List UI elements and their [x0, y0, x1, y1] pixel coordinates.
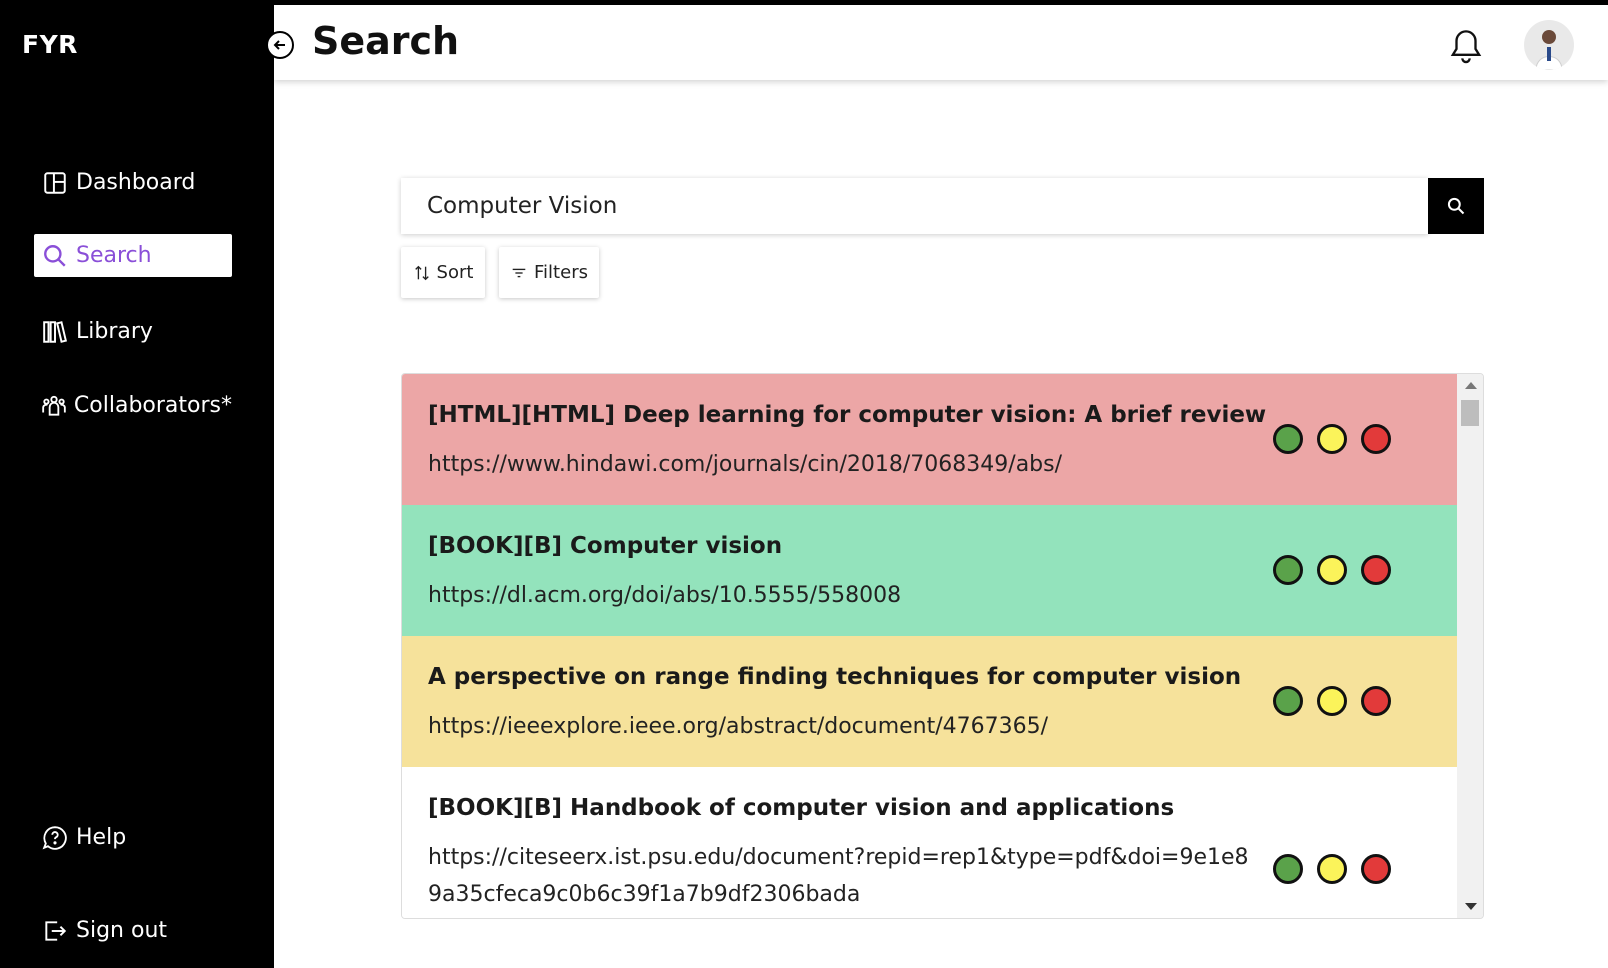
- results-list: [HTML][HTML] Deep learning for computer …: [401, 373, 1484, 919]
- rating-red-button[interactable]: [1361, 686, 1391, 716]
- rating-green-button[interactable]: [1273, 686, 1303, 716]
- sidebar-item-dashboard[interactable]: Dashboard: [34, 161, 232, 204]
- user-avatar[interactable]: [1524, 20, 1574, 70]
- help-icon: [40, 823, 70, 853]
- sidebar-item-label: Collaborators*: [73, 393, 232, 418]
- sort-button[interactable]: Sort: [401, 247, 485, 298]
- dashboard-icon: [40, 168, 70, 198]
- rating-green-button[interactable]: [1273, 854, 1303, 884]
- sidebar-item-sign-out[interactable]: Sign out: [34, 909, 232, 952]
- result-title[interactable]: [BOOK][B] Handbook of computer vision an…: [428, 795, 1174, 821]
- rating-yellow-button[interactable]: [1317, 424, 1347, 454]
- sort-icon: [414, 265, 429, 280]
- sidebar-item-label: Dashboard: [76, 170, 196, 195]
- rating-yellow-button[interactable]: [1317, 555, 1347, 585]
- sidebar-item-search[interactable]: Search: [34, 234, 232, 277]
- result-url[interactable]: https://ieeexplore.ieee.org/abstract/doc…: [428, 708, 1258, 745]
- rating-buttons: [1273, 686, 1391, 716]
- scroll-up-arrow-icon[interactable]: [1465, 382, 1477, 389]
- brand-logo: FYR: [22, 30, 78, 59]
- filters-button[interactable]: Filters: [499, 247, 599, 298]
- notifications-button[interactable]: [1448, 27, 1484, 65]
- result-item[interactable]: [BOOK][B] Computer vision https://dl.acm…: [402, 505, 1458, 636]
- top-header: Search: [266, 0, 1608, 80]
- scroll-down-arrow-icon[interactable]: [1465, 903, 1477, 910]
- result-item[interactable]: A perspective on range finding technique…: [402, 636, 1458, 767]
- app: FYR Dashboard Search Library Collaborato…: [0, 0, 1608, 968]
- rating-red-button[interactable]: [1361, 854, 1391, 884]
- search-input[interactable]: Computer Vision: [401, 178, 1428, 234]
- rating-red-button[interactable]: [1361, 424, 1391, 454]
- sidebar-item-help[interactable]: Help: [34, 816, 232, 859]
- scroll-thumb[interactable]: [1461, 400, 1479, 426]
- result-title[interactable]: A perspective on range finding technique…: [428, 664, 1241, 690]
- sidebar: FYR Dashboard Search Library Collaborato…: [0, 0, 274, 968]
- result-title[interactable]: [BOOK][B] Computer vision: [428, 533, 782, 559]
- sign-out-icon: [40, 916, 70, 946]
- result-url[interactable]: https://citeseerx.ist.psu.edu/document?r…: [428, 839, 1258, 913]
- sidebar-item-label: Library: [76, 319, 153, 344]
- results-scrollbar[interactable]: [1457, 374, 1483, 918]
- collaborators-icon: [40, 391, 68, 421]
- rating-red-button[interactable]: [1361, 555, 1391, 585]
- page-title: Search: [312, 19, 460, 63]
- search-icon: [1447, 197, 1465, 215]
- sort-label: Sort: [436, 262, 474, 283]
- result-url[interactable]: https://dl.acm.org/doi/abs/10.5555/55800…: [428, 577, 1258, 614]
- back-button[interactable]: [266, 31, 294, 59]
- sidebar-item-collaborators[interactable]: Collaborators*: [34, 384, 232, 427]
- sidebar-item-label: Help: [76, 825, 127, 850]
- avatar-image: [1535, 30, 1563, 70]
- filters-label: Filters: [534, 262, 588, 283]
- sidebar-item-label: Sign out: [76, 918, 168, 943]
- library-icon: [40, 317, 70, 347]
- result-item[interactable]: [BOOK][B] Handbook of computer vision an…: [402, 767, 1458, 918]
- search-icon: [40, 241, 70, 271]
- rating-green-button[interactable]: [1273, 555, 1303, 585]
- rating-yellow-button[interactable]: [1317, 854, 1347, 884]
- rating-yellow-button[interactable]: [1317, 686, 1347, 716]
- search-submit-button[interactable]: [1428, 178, 1484, 234]
- filter-icon: [512, 268, 526, 277]
- rating-buttons: [1273, 424, 1391, 454]
- rating-buttons: [1273, 854, 1391, 884]
- result-title[interactable]: [HTML][HTML] Deep learning for computer …: [428, 402, 1266, 428]
- result-url[interactable]: https://www.hindawi.com/journals/cin/201…: [428, 446, 1258, 483]
- rating-buttons: [1273, 555, 1391, 585]
- arrow-left-icon: [273, 40, 285, 50]
- result-item[interactable]: [HTML][HTML] Deep learning for computer …: [402, 374, 1458, 505]
- rating-green-button[interactable]: [1273, 424, 1303, 454]
- sidebar-item-library[interactable]: Library: [34, 310, 232, 353]
- sidebar-item-label: Search: [76, 243, 152, 268]
- bell-icon: [1450, 30, 1482, 64]
